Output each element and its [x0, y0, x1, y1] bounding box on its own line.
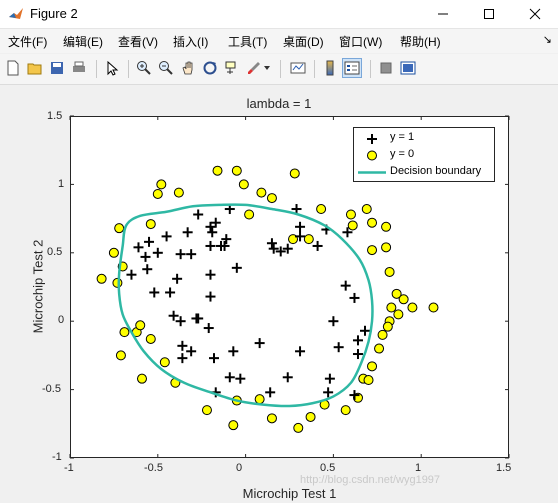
link-plot-button[interactable] [288, 58, 308, 78]
new-figure-icon [7, 60, 19, 76]
x-tick-label: 0.5 [320, 462, 336, 474]
matlab-app-icon [9, 8, 23, 19]
save-button[interactable] [47, 58, 67, 78]
open-file-button[interactable] [25, 58, 45, 78]
new-figure-button[interactable] [3, 58, 23, 78]
zoom-in-button[interactable] [134, 58, 154, 78]
title-bar: Figure 2 [0, 0, 558, 29]
menu-bar: 文件(F) 编辑(E) 查看(V) 插入(I) 工具(T) 桌面(D) 窗口(W… [0, 29, 558, 53]
legend-entry: Decision boundary [354, 164, 496, 181]
menu-overflow-icon[interactable]: ↘ [543, 33, 552, 46]
legend-entry: y = 1 [354, 130, 496, 147]
x-tick-label: -0.5 [144, 462, 163, 474]
y-axis-label: Microchip Test 2 [30, 239, 46, 334]
print-button[interactable] [69, 58, 89, 78]
print-icon [73, 61, 85, 72]
watermark-text: http://blog.csdn.net/wyg1997 [300, 474, 441, 486]
data-cursor-button[interactable] [222, 58, 242, 78]
y-tick-label: -1 [52, 451, 62, 463]
toolbar-separator [96, 60, 97, 78]
menu-window[interactable]: 窗口(W) [339, 33, 382, 50]
zoom-out-button[interactable] [156, 58, 176, 78]
save-icon [51, 62, 63, 74]
rotate-3d-icon [203, 61, 217, 75]
x-tick-label: 0 [236, 462, 243, 474]
circle-marker-icon [367, 150, 377, 161]
x-tick-label: 1.5 [496, 462, 512, 474]
maximize-button[interactable] [466, 0, 512, 28]
y-tick-label: 1 [58, 178, 65, 190]
legend-label: y = 0 [390, 148, 415, 160]
menu-file[interactable]: 文件(F) [8, 33, 47, 50]
pan-icon [182, 61, 193, 75]
brush-icon [248, 62, 260, 74]
brush-dropdown[interactable] [262, 58, 272, 78]
legend[interactable]: y = 1 y = 0 Decision boundary [353, 127, 495, 182]
toolbar-separator [128, 60, 129, 78]
rotate-3d-button[interactable] [200, 58, 220, 78]
edit-plot-button[interactable] [102, 58, 122, 78]
legend-button[interactable] [342, 58, 362, 78]
menu-view[interactable]: 查看(V) [118, 33, 158, 50]
menu-desktop[interactable]: 桌面(D) [283, 33, 324, 50]
zoom-in-icon [137, 61, 151, 75]
toolbar [0, 54, 558, 85]
menu-help[interactable]: 帮助(H) [400, 33, 441, 50]
colorbar-button[interactable] [320, 58, 340, 78]
data-cursor-icon [225, 61, 236, 74]
minimize-button[interactable] [420, 0, 466, 28]
show-plot-tools-icon [400, 61, 416, 75]
plus-marker-icon [367, 134, 377, 144]
menu-tools[interactable]: 工具(T) [228, 33, 267, 50]
toolbar-separator [370, 60, 371, 78]
y-tick-label: 0.5 [47, 246, 63, 258]
zoom-out-icon [159, 61, 173, 75]
line-marker-icon [358, 171, 386, 174]
toolbar-separator [280, 60, 281, 78]
window-title: Figure 2 [30, 6, 78, 21]
pan-button[interactable] [178, 58, 198, 78]
menu-edit[interactable]: 编辑(E) [63, 33, 103, 50]
legend-label: y = 1 [390, 131, 415, 143]
link-plot-icon [290, 62, 306, 74]
menu-insert[interactable]: 插入(I) [173, 33, 208, 50]
maximize-icon [484, 9, 494, 19]
legend-icon [344, 61, 360, 75]
chart-title: lambda = 1 [246, 96, 312, 111]
colorbar-icon [326, 60, 334, 76]
hide-plot-tools-button[interactable] [376, 58, 396, 78]
hide-plot-tools-icon [380, 62, 392, 74]
brush-button[interactable] [244, 58, 264, 78]
chevron-down-icon [264, 66, 270, 70]
close-icon [529, 8, 541, 20]
toolbar-separator [314, 60, 315, 78]
x-tick-label: 1 [415, 462, 422, 474]
close-button[interactable] [512, 0, 558, 28]
edit-plot-icon [107, 60, 119, 76]
show-plot-tools-button[interactable] [398, 58, 418, 78]
x-tick-label: -1 [64, 462, 74, 474]
y-tick-label: 1.5 [47, 110, 63, 122]
legend-label: Decision boundary [390, 165, 482, 177]
y-tick-label: -0.5 [42, 383, 61, 395]
open-file-icon [27, 63, 42, 75]
x-axis-label: Microchip Test 1 [242, 486, 337, 501]
legend-entry: y = 0 [354, 147, 496, 164]
minimize-icon [438, 13, 448, 15]
y-tick-label: 0 [58, 314, 65, 326]
